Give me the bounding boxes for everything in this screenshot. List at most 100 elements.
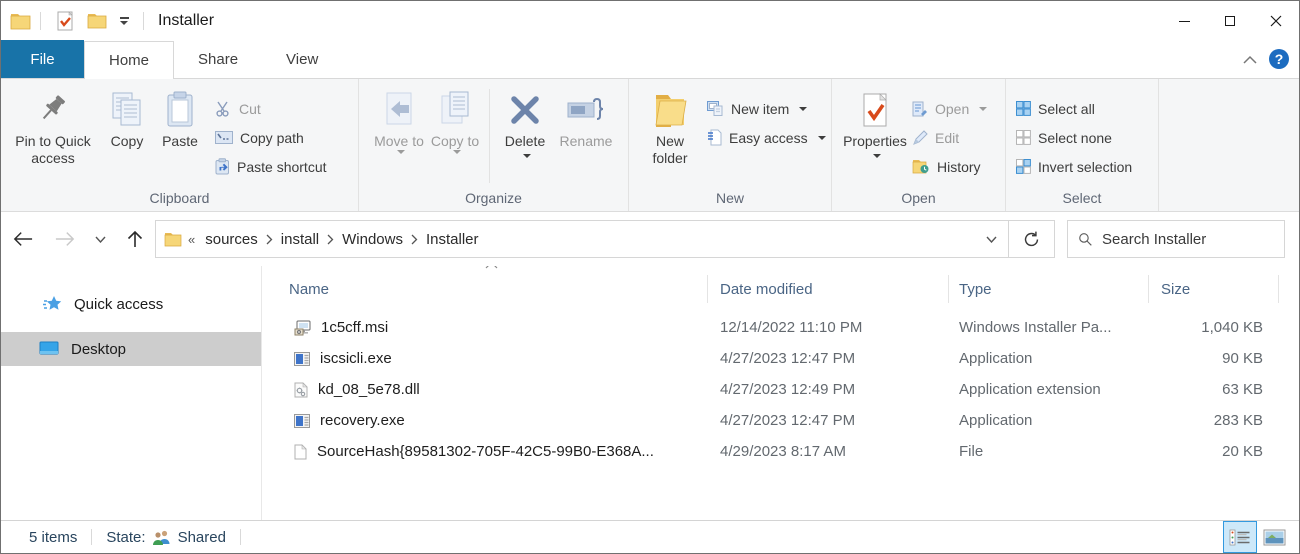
- new-folder-label: New folder: [652, 133, 688, 166]
- breadcrumb-item-install[interactable]: install: [277, 231, 323, 248]
- open-group-label: Open: [901, 190, 936, 206]
- select-none-label: Select none: [1038, 129, 1112, 146]
- rename-label: Rename: [559, 133, 613, 149]
- recent-locations-button[interactable]: [85, 236, 115, 243]
- copy-path-button[interactable]: Copy path: [215, 125, 327, 150]
- details-view-button[interactable]: [1223, 521, 1257, 553]
- cut-icon: [216, 101, 229, 117]
- chevron-right-icon[interactable]: [327, 234, 334, 245]
- address-dropdown-button[interactable]: [974, 221, 1008, 257]
- search-input[interactable]: [1102, 230, 1274, 248]
- organize-group-label: Organize: [465, 190, 522, 206]
- desktop-icon: [39, 341, 59, 355]
- copy-button[interactable]: Copy: [101, 85, 153, 187]
- forward-button[interactable]: [45, 231, 85, 247]
- search-icon: [1079, 233, 1092, 246]
- minimize-icon: [1178, 20, 1190, 22]
- delete-label: Delete: [504, 133, 546, 149]
- thumbnail-view-button[interactable]: [1257, 521, 1291, 553]
- copy-to-button[interactable]: Copy to: [427, 85, 483, 187]
- invert-selection-icon: [1016, 159, 1031, 174]
- ribbon-group-organize: Move to Copy to Delete Rename Organize: [359, 79, 629, 211]
- close-icon: [1270, 15, 1282, 27]
- ribbon-group-clipboard: Pin to Quick access Copy Paste Cut Copy …: [1, 79, 359, 211]
- open-button[interactable]: Open: [912, 96, 988, 121]
- history-button[interactable]: History: [912, 154, 987, 179]
- select-none-icon: [1016, 130, 1031, 145]
- new-folder-button[interactable]: New folder: [643, 85, 697, 187]
- file-row[interactable]: SourceHash{89581302-705F-42C5-99B0-E368A…: [262, 436, 1299, 467]
- pin-to-quick-access-button[interactable]: Pin to Quick access: [5, 85, 101, 187]
- back-button[interactable]: [1, 231, 45, 247]
- breadcrumb-item-windows[interactable]: Windows: [338, 231, 407, 248]
- collapse-ribbon-icon[interactable]: [1243, 55, 1257, 64]
- file-row[interactable]: iscsicli.exe 4/27/2023 12:47 PM Applicat…: [262, 343, 1299, 374]
- select-all-button[interactable]: Select all: [1016, 96, 1132, 121]
- dropdown-caret-icon: [979, 106, 988, 111]
- chevron-right-icon[interactable]: [266, 234, 273, 245]
- items-count: 5 items: [29, 528, 78, 546]
- copy-path-label: Copy path: [240, 129, 304, 146]
- file-row[interactable]: 1c5cff.msi 12/14/2022 11:10 PM Windows I…: [262, 312, 1299, 343]
- edit-label: Edit: [935, 129, 960, 146]
- customize-quick-access-toolbar-button[interactable]: [117, 17, 131, 25]
- rename-button[interactable]: Rename: [554, 85, 618, 187]
- paste-shortcut-button[interactable]: Paste shortcut: [215, 154, 327, 179]
- refresh-button[interactable]: [1008, 221, 1054, 257]
- delete-button[interactable]: Delete: [496, 85, 554, 187]
- quick-access-new-folder-button[interactable]: [84, 8, 110, 34]
- search-box[interactable]: [1067, 220, 1285, 258]
- breadcrumb-overflow[interactable]: «: [186, 232, 197, 247]
- cut-button[interactable]: Cut: [215, 96, 327, 121]
- invert-selection-button[interactable]: Invert selection: [1016, 154, 1132, 179]
- select-none-button[interactable]: Select none: [1016, 125, 1132, 150]
- column-header-name[interactable]: Name: [262, 266, 708, 303]
- properties-button[interactable]: Properties: [840, 85, 910, 187]
- file-size: 90 KB: [1222, 350, 1263, 367]
- copy-label: Copy: [110, 133, 144, 149]
- file-list-pane: Name Date modified Type Size 1c5cff.msi …: [262, 266, 1299, 520]
- sidebar-item-quick-access[interactable]: Quick access: [1, 288, 261, 320]
- dll-file-icon: [294, 381, 308, 397]
- breadcrumb-item-installer[interactable]: Installer: [422, 231, 483, 248]
- chevron-right-icon[interactable]: [411, 234, 418, 245]
- edit-button[interactable]: Edit: [912, 125, 987, 150]
- exe-file-icon: [294, 413, 310, 428]
- maximize-button[interactable]: [1207, 5, 1253, 37]
- sidebar-item-desktop[interactable]: Desktop: [1, 332, 261, 366]
- quick-access-properties-button[interactable]: [52, 8, 78, 34]
- breadcrumb-item-sources[interactable]: sources: [201, 231, 262, 248]
- file-name: 1c5cff.msi: [321, 319, 389, 336]
- tab-share[interactable]: Share: [174, 40, 262, 78]
- paste-button[interactable]: Paste: [153, 85, 207, 187]
- help-icon[interactable]: [1269, 49, 1289, 69]
- column-header-type[interactable]: Type: [949, 275, 1149, 303]
- address-bar[interactable]: « sources install Windows Installer: [155, 220, 1055, 258]
- close-button[interactable]: [1253, 5, 1299, 37]
- minimize-button[interactable]: [1161, 5, 1207, 37]
- tab-file[interactable]: File: [1, 40, 84, 78]
- file-date: 4/27/2023 12:47 PM: [720, 350, 856, 367]
- ribbon-group-select: Select all Select none Invert selection …: [1006, 79, 1159, 211]
- msi-file-icon: [294, 320, 311, 335]
- select-group-label: Select: [1062, 190, 1102, 206]
- up-button[interactable]: [115, 230, 155, 248]
- tab-home[interactable]: Home: [84, 41, 175, 79]
- file-type: Application: [959, 412, 1033, 429]
- properties-icon: [861, 87, 889, 133]
- move-to-button[interactable]: Move to: [371, 85, 427, 187]
- tab-view[interactable]: View: [262, 40, 342, 78]
- column-header-size[interactable]: Size: [1149, 275, 1279, 303]
- shared-people-icon: [152, 530, 170, 545]
- file-name: iscsicli.exe: [320, 350, 392, 367]
- file-row[interactable]: recovery.exe 4/27/2023 12:47 PM Applicat…: [262, 405, 1299, 436]
- address-folder-icon: [164, 232, 182, 246]
- paste-icon: [163, 87, 197, 133]
- file-type: File: [959, 443, 984, 460]
- easy-access-button[interactable]: Easy access: [707, 125, 826, 150]
- edit-icon: [913, 129, 928, 145]
- file-row[interactable]: kd_08_5e78.dll 4/27/2023 12:49 PM Applic…: [262, 374, 1299, 405]
- ribbon-group-open: Properties Open Edit History Open: [832, 79, 1006, 211]
- new-item-button[interactable]: New item: [707, 96, 826, 121]
- column-header-date-modified[interactable]: Date modified: [708, 275, 949, 303]
